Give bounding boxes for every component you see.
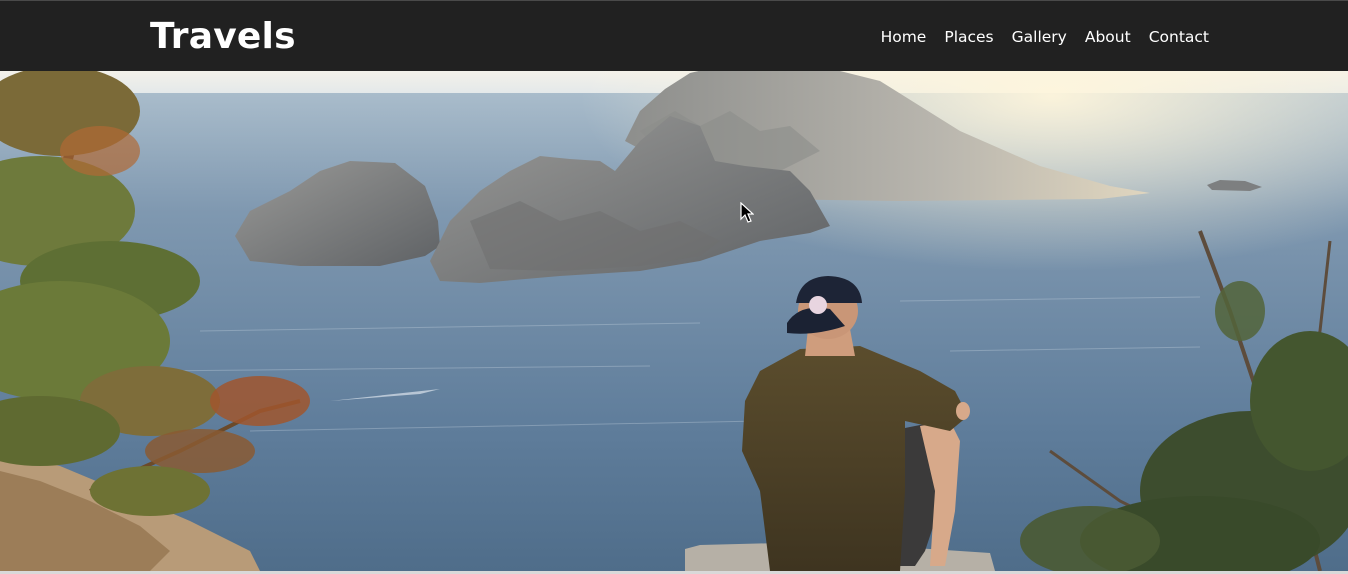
nav-item-about: About: [1085, 25, 1131, 49]
page: Travels Home Places Gallery About Contac…: [0, 0, 1348, 574]
hero-scene: [0, 71, 1348, 571]
nav-item-places: Places: [944, 25, 993, 49]
hero-image: [0, 71, 1348, 571]
nav-item-gallery: Gallery: [1012, 25, 1067, 49]
nav-item-contact: Contact: [1149, 25, 1209, 49]
nav-link-places[interactable]: Places: [944, 28, 993, 46]
nav-link-home[interactable]: Home: [881, 28, 927, 46]
nav-item-home: Home: [881, 25, 927, 49]
nav-link-gallery[interactable]: Gallery: [1012, 28, 1067, 46]
mouse-cursor-icon: [740, 202, 754, 223]
nav-menu: Home Places Gallery About Contact: [881, 25, 1209, 49]
brand-logo[interactable]: Travels: [150, 14, 296, 60]
nav-link-contact[interactable]: Contact: [1149, 28, 1209, 46]
navbar: Travels Home Places Gallery About Contac…: [0, 0, 1348, 71]
nav-link-about[interactable]: About: [1085, 28, 1131, 46]
